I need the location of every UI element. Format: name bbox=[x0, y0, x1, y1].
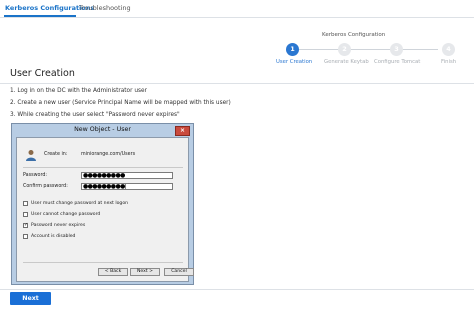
step-2-label: Generate Keytab bbox=[324, 59, 369, 65]
instruction-step-1: 1. Log in on the DC with the Administrat… bbox=[10, 88, 147, 94]
step-4-label: Finish bbox=[441, 59, 457, 65]
password-field: ●●●●●●●●● bbox=[81, 172, 173, 179]
checkbox-label: Account is disabled bbox=[31, 234, 76, 239]
dialog-body: Create in: miniorange.com/Users Password… bbox=[16, 137, 194, 282]
confirm-password-field: ●●●●●●●●●| bbox=[81, 183, 173, 190]
tab-troubleshooting[interactable]: Troubleshooting bbox=[79, 4, 131, 12]
create-in-label: Create in: bbox=[44, 152, 68, 157]
create-in-value: miniorange.com/Users bbox=[81, 152, 136, 157]
dialog-next-button: Next > bbox=[130, 268, 160, 276]
section-divider bbox=[0, 83, 474, 84]
page-title: User Creation bbox=[10, 68, 75, 79]
step-2-circle: 2 bbox=[338, 43, 351, 56]
step-1-label: User Creation bbox=[276, 59, 313, 65]
dialog-cancel-button: Cancel bbox=[164, 268, 194, 276]
instruction-step-3: 3. While creating the user select "Passw… bbox=[10, 112, 180, 118]
step-4-circle: 4 bbox=[442, 43, 455, 56]
user-icon bbox=[26, 150, 36, 161]
instruction-step-2: 2. Create a new user (Service Principal … bbox=[10, 100, 231, 106]
close-icon: × bbox=[175, 126, 190, 136]
confirm-password-label: Confirm password: bbox=[23, 184, 68, 189]
stepper-connector-line bbox=[299, 49, 438, 50]
password-label: Password: bbox=[23, 173, 48, 178]
check-icon: ✓ bbox=[24, 222, 29, 228]
stepper-title: Kerberos Configuration bbox=[322, 32, 386, 38]
step-1-circle: 1 bbox=[286, 43, 299, 56]
checkbox-cannot-change-password bbox=[23, 212, 28, 217]
next-button[interactable]: Next bbox=[10, 292, 51, 305]
checkbox-label: Password never expires bbox=[31, 223, 86, 228]
checkbox-label: User cannot change password bbox=[31, 212, 101, 217]
checkbox-label: User must change password at next logon bbox=[31, 201, 129, 206]
step-3-circle: 3 bbox=[390, 43, 403, 56]
new-user-dialog-screenshot: New Object - User × Create in: miniorang… bbox=[11, 123, 194, 285]
checkbox-account-disabled bbox=[23, 234, 28, 239]
active-tab-indicator bbox=[4, 15, 76, 17]
checkbox-password-never-expires: ✓ bbox=[23, 222, 29, 228]
dialog-separator bbox=[23, 262, 183, 263]
dialog-back-button: < Back bbox=[98, 268, 128, 276]
checkbox-must-change-password bbox=[23, 201, 28, 206]
step-3-label: Configure Tomcat bbox=[374, 59, 421, 65]
footer-divider bbox=[0, 289, 474, 290]
top-tab-bar: Kerberos Configurations Troubleshooting bbox=[0, 0, 474, 18]
dialog-title: New Object - User bbox=[74, 126, 131, 133]
dialog-separator bbox=[23, 167, 183, 168]
